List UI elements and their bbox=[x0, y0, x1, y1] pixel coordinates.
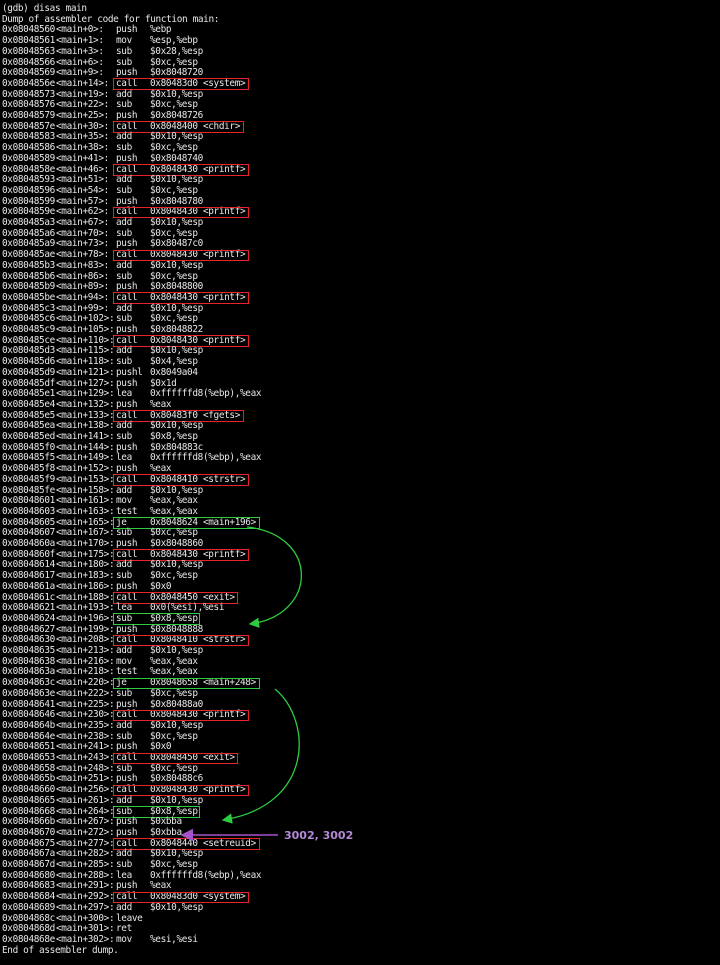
setreuid-args-annotation: 3002, 3002 bbox=[284, 829, 354, 842]
branch-arrows bbox=[180, 526, 302, 842]
jump-arrow-main248 bbox=[221, 688, 300, 824]
gdb-terminal: (gdb) disas main Dump of assembler code … bbox=[0, 0, 720, 965]
jump-arrow-main196 bbox=[246, 526, 302, 628]
